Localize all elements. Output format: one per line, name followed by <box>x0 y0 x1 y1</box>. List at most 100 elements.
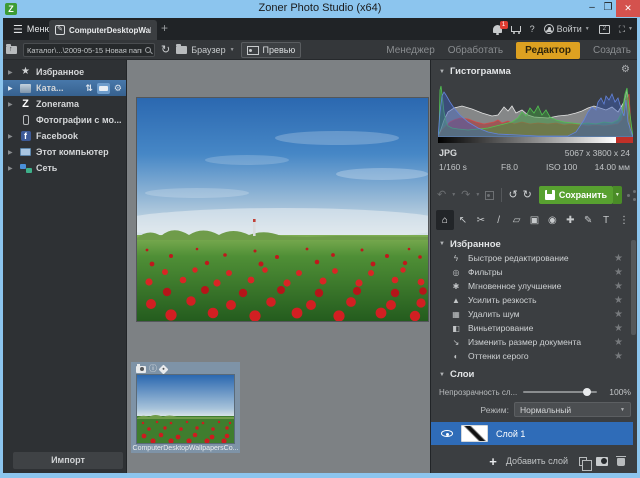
notifications-button[interactable]: 1 <box>493 25 502 33</box>
blend-mode-select[interactable]: Нормальный ▼ <box>514 402 631 417</box>
phone-icon <box>23 115 29 125</box>
add-layer-label[interactable]: Добавить слой <box>506 456 568 466</box>
undo-button[interactable]: ↶ <box>437 190 446 201</box>
mode-manager[interactable]: Менеджер <box>386 45 435 56</box>
retouch-tool[interactable]: ✚ <box>561 210 579 230</box>
favorite-item-grayscale[interactable]: ◐ Оттенки серого ★ <box>431 349 633 363</box>
sidebar-item-label: Избранное <box>36 67 84 77</box>
second-display-button[interactable]: 2 <box>599 25 610 34</box>
star-icon[interactable]: ★ <box>614 337 633 348</box>
favorites-header[interactable]: ▼ Избранное <box>431 237 638 251</box>
panel-scrollbar[interactable] <box>631 240 636 335</box>
visibility-eye-icon[interactable] <box>441 430 453 437</box>
layer-item-selected[interactable]: Слой 1 <box>431 422 633 445</box>
sort-icon[interactable]: ⇅ <box>85 83 93 94</box>
opacity-value: 100% <box>605 387 631 397</box>
mode-create[interactable]: Создать <box>593 45 631 56</box>
favorite-item-quick-edit[interactable]: ϟ Быстрое редактирование ★ <box>431 251 633 265</box>
minimize-button[interactable]: – <box>584 0 600 16</box>
opacity-slider-track[interactable] <box>523 391 597 393</box>
sidebar-item-this-computer[interactable]: ▶ Этот компьютер <box>3 144 126 160</box>
favorite-item-instant-enhance[interactable]: ✱ Мгновенное улучшение ★ <box>431 279 633 293</box>
add-folder-icon[interactable] <box>97 83 110 94</box>
thumbnail-selected[interactable]: ⓘ <box>131 362 240 453</box>
tree-caret-icon[interactable]: ▶ <box>8 85 15 92</box>
new-tab-button[interactable]: + <box>161 21 168 35</box>
sidebar-item-network[interactable]: ▶ Сеть <box>3 160 126 176</box>
tree-caret-icon[interactable]: ▶ <box>8 69 15 76</box>
crop-tool[interactable]: ✂ <box>472 210 490 230</box>
sidebar-item-favorites[interactable]: ▶ ★ Избранное <box>3 64 126 80</box>
deform-tool[interactable]: ▱ <box>508 210 526 230</box>
favorite-item-remove-noise[interactable]: ▦ Удалить шум ★ <box>431 307 633 321</box>
save-options-dropdown[interactable]: ▼ <box>613 186 621 204</box>
layers-header[interactable]: ▼ Слои <box>431 367 638 382</box>
text-frame-tool[interactable]: ▣ <box>526 210 544 230</box>
gear-icon[interactable]: ⚙ <box>114 83 122 94</box>
image-overlay-button[interactable] <box>485 191 493 200</box>
sidebar-item-catalog[interactable]: ▶ Ката... ⇅ ⚙ <box>3 80 126 96</box>
mode-develop[interactable]: Обработать <box>448 45 503 56</box>
maximize-button[interactable]: ❐ <box>600 0 616 16</box>
draw-tool[interactable]: ✎ <box>579 210 597 230</box>
layer-mask-icon[interactable] <box>596 457 608 466</box>
sidebar-item-facebook[interactable]: ▶ f Facebook <box>3 128 126 144</box>
refresh-button[interactable]: ↻ <box>161 45 170 56</box>
histogram-header[interactable]: ▼ Гистограмма ⚙ <box>431 64 638 79</box>
add-layer-button[interactable]: + <box>489 455 497 468</box>
mode-editor[interactable]: Редактор <box>516 42 580 59</box>
login-button[interactable]: Войти ▼ <box>544 24 590 34</box>
sidebar-item-phone-photos[interactable]: Фотографии с мо... <box>3 112 126 128</box>
delete-layer-icon[interactable] <box>617 458 625 466</box>
chevron-down-icon[interactable]: ▼ <box>475 192 480 198</box>
home-tool[interactable]: ⌂ <box>436 210 454 230</box>
redo-button[interactable]: ↷ <box>461 190 470 201</box>
thumbnail-image <box>136 374 235 444</box>
tools-row: ⌂ ↖ ✂ / ▱ ▣ ◉ ✚ ✎ T ⋮ <box>436 209 633 231</box>
current-path: Каталог\...\2009-05-15 Новая папка <box>27 46 142 55</box>
tree-caret-icon[interactable]: ▶ <box>8 165 15 172</box>
folder-up-button[interactable]: ↑ <box>6 46 17 54</box>
tree-caret-icon[interactable]: ▶ <box>8 101 15 108</box>
sidebar-item-zonerama[interactable]: ▶ Z Zonerama <box>3 96 126 112</box>
straighten-tool[interactable]: / <box>490 210 508 230</box>
pointer-tool[interactable]: ↖ <box>454 210 472 230</box>
opacity-label: Непрозрачность сл... <box>439 388 523 397</box>
search-icon[interactable] <box>145 47 151 53</box>
help-button[interactable]: ? <box>530 24 535 34</box>
close-button[interactable]: ✕ <box>616 0 640 17</box>
favorite-item-vignette[interactable]: ◧ Виньетирование ★ <box>431 321 633 335</box>
red-eye-tool[interactable]: ◉ <box>543 210 561 230</box>
preview-toggle-button[interactable]: Превью <box>241 42 302 58</box>
chevron-down-icon: ▼ <box>620 407 625 413</box>
import-button[interactable]: Импорт <box>13 452 123 469</box>
store-button[interactable] <box>511 26 521 32</box>
document-tab[interactable]: ✎ ComputerDesktopWallpapers... <box>49 20 157 40</box>
text-tool[interactable]: T <box>597 210 615 230</box>
path-field[interactable]: Каталог\...\2009-05-15 Новая папка <box>23 43 155 57</box>
chevron-down-icon[interactable]: ▼ <box>451 192 456 198</box>
tree-caret-icon[interactable]: ▶ <box>8 149 15 156</box>
blend-mode-label: Режим: <box>439 405 509 415</box>
save-button[interactable]: Сохранить <box>539 186 613 204</box>
app-window: Z Zoner Photo Studio (x64) – ❐ ✕ ☰ Меню … <box>0 0 640 478</box>
gear-icon[interactable]: ⚙ <box>621 64 630 75</box>
duplicate-layer-icon[interactable] <box>579 457 587 466</box>
browser-button[interactable]: Браузер ▼ <box>176 45 234 55</box>
opacity-slider-handle[interactable] <box>583 388 591 396</box>
tree-caret-icon[interactable]: ▶ <box>8 133 15 140</box>
favorite-item-sharpen[interactable]: ▲ Усилить резкость ★ <box>431 293 633 307</box>
opacity-row: Непрозрачность сл... 100% <box>439 386 631 398</box>
favorite-item-filters[interactable]: ◎ Фильтры ★ <box>431 265 633 279</box>
share-icon[interactable] <box>627 190 633 200</box>
more-tools[interactable]: ⋮ <box>615 210 633 230</box>
layers-title: Слои <box>450 369 474 380</box>
favorite-item-resize[interactable]: ↘ Изменить размер документа ★ <box>431 335 633 349</box>
rotate-right-button[interactable]: ↻ <box>523 190 532 201</box>
computer-icon <box>20 148 31 156</box>
star-icon[interactable]: ★ <box>614 351 633 362</box>
rotate-left-button[interactable]: ↺ <box>508 190 517 201</box>
workspace: ⓘ <box>127 60 430 473</box>
image-dimensions: 5067 x 3800 x 24 <box>565 148 630 158</box>
fullscreen-button[interactable]: ⛶ ▼ <box>619 24 633 35</box>
